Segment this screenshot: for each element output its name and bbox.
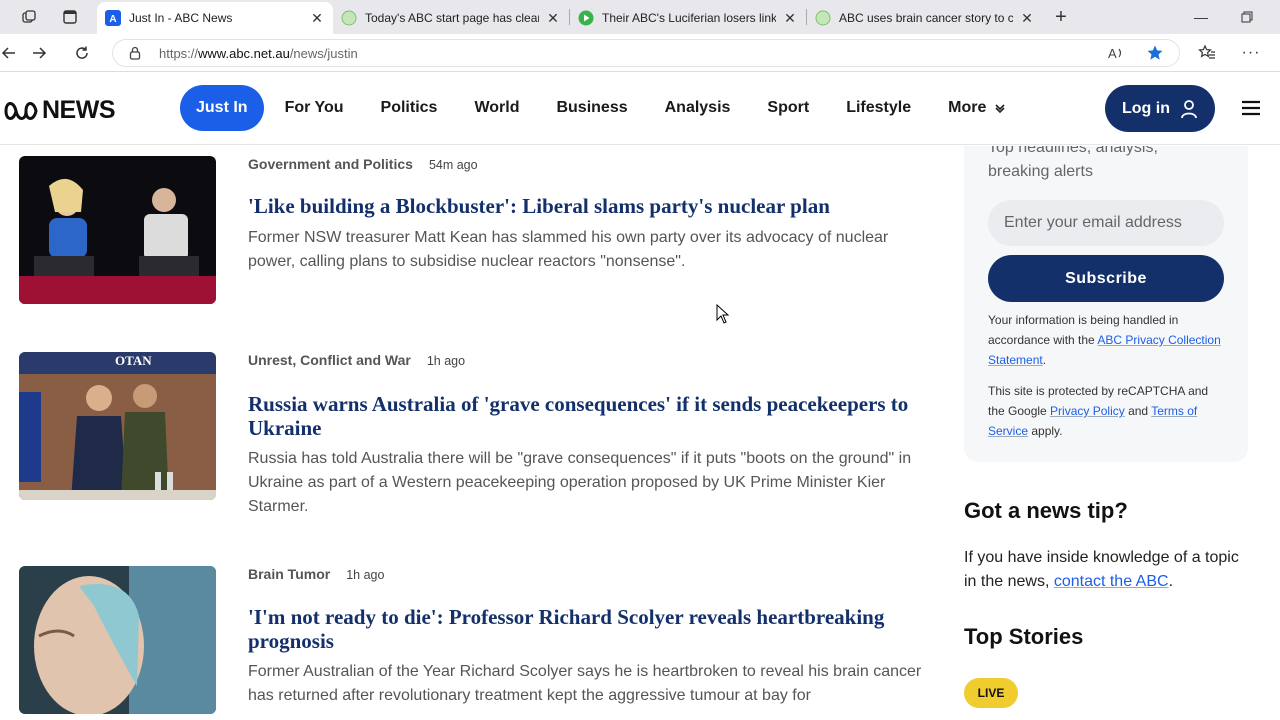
svg-text:A: A	[109, 14, 116, 25]
tab-title: Just In - ABC News	[129, 11, 233, 25]
subscribe-button[interactable]: Subscribe	[988, 255, 1224, 302]
nav-more[interactable]: More	[932, 85, 1022, 131]
back-icon[interactable]	[0, 38, 24, 68]
news-tip-heading: Got a news tip?	[964, 498, 1128, 523]
new-tab-icon[interactable]: +	[1049, 6, 1073, 28]
tab-abc-brain-cancer[interactable]: ABC uses brain cancer story to ca ✕	[807, 2, 1043, 34]
close-icon[interactable]: ✕	[782, 10, 798, 27]
abc-lissajous-icon	[4, 101, 38, 120]
tab-abc-start-page[interactable]: Today's ABC start page has clear s ✕	[333, 2, 569, 34]
site-header: NEWS Just In For You Politics World Busi…	[0, 72, 1280, 145]
browser-tab-strip: A Just In - ABC News ✕ Today's ABC start…	[0, 0, 1280, 34]
story-headline[interactable]: Russia warns Australia of 'grave consequ…	[248, 392, 938, 440]
mouse-cursor-icon	[716, 304, 730, 324]
workspaces-icon[interactable]	[17, 6, 41, 28]
story-topic[interactable]: Brain Tumor	[248, 566, 330, 582]
user-icon	[1181, 99, 1197, 118]
favorites-icon[interactable]	[1192, 38, 1222, 68]
nav-business[interactable]: Business	[540, 85, 643, 131]
address-bar[interactable]: https://www.abc.net.au/news/justin	[112, 39, 1180, 67]
tab-luciferian[interactable]: Their ABC's Luciferian losers link l ✕	[570, 2, 806, 34]
story-card: Brain Tumor 1h ago 'I'm not ready to die…	[19, 566, 949, 720]
chevron-down-icon	[995, 104, 1005, 114]
story-thumbnail[interactable]	[19, 156, 216, 304]
story-meta: Brain Tumor 1h ago	[248, 566, 384, 582]
nav-analysis[interactable]: Analysis	[649, 85, 747, 131]
more-options-icon[interactable]: ···	[1236, 38, 1266, 68]
tab-title: ABC uses brain cancer story to ca	[839, 11, 1013, 25]
play-icon	[578, 10, 594, 26]
story-summary: Former NSW treasurer Matt Kean has slamm…	[248, 229, 889, 270]
news-tip-text: If you have inside knowledge of a topic …	[964, 549, 1239, 590]
story-headline[interactable]: 'I'm not ready to die': Professor Richar…	[248, 605, 938, 653]
story-topic[interactable]: Unrest, Conflict and War	[248, 352, 411, 368]
login-button[interactable]: Log in	[1105, 85, 1215, 132]
top-stories-heading: Top Stories	[964, 624, 1084, 649]
nav-just-in[interactable]: Just In	[180, 85, 264, 131]
menu-icon[interactable]	[1240, 98, 1262, 118]
story-time: 54m ago	[428, 158, 478, 172]
story-meta: Government and Politics 54m ago	[248, 156, 478, 172]
tab-actions-icon[interactable]	[58, 6, 82, 28]
abc-news-logo[interactable]: NEWS	[4, 96, 116, 125]
minimize-icon[interactable]: —	[1178, 2, 1224, 32]
story-topic[interactable]: Government and Politics	[248, 156, 413, 172]
tab-title: Today's ABC start page has clear s	[365, 11, 539, 25]
nav-world[interactable]: World	[458, 85, 535, 131]
privacy-notice: Your information is being handled in acc…	[988, 313, 1221, 367]
story-time: 1h ago	[426, 354, 466, 368]
story-thumbnail[interactable]: OTAN	[19, 352, 216, 500]
recaptcha-notice: This site is protected by reCAPTCHA and …	[988, 384, 1209, 438]
contact-abc-link[interactable]: contact the ABC	[1054, 573, 1169, 590]
browser-toolbar: https://www.abc.net.au/news/justin A ···	[0, 34, 1280, 72]
login-label: Log in	[1122, 99, 1170, 117]
story-headline[interactable]: 'Like building a Blockbuster': Liberal s…	[248, 194, 938, 218]
close-icon[interactable]: ✕	[545, 10, 561, 27]
close-icon[interactable]: ✕	[309, 10, 325, 27]
newsletter-card: Top headlines, analysis, breaking alerts…	[964, 146, 1248, 462]
favorite-star-icon[interactable]	[1140, 38, 1170, 68]
story-time: 1h ago	[346, 568, 385, 582]
forward-icon[interactable]	[24, 38, 54, 68]
refresh-icon[interactable]	[67, 38, 97, 68]
email-field[interactable]	[988, 200, 1224, 246]
lock-icon[interactable]	[127, 45, 143, 61]
url-text: https://www.abc.net.au/news/justin	[159, 45, 358, 61]
live-badge: LIVE	[964, 678, 1018, 708]
maximize-icon[interactable]	[1224, 2, 1270, 32]
nav-lifestyle[interactable]: Lifestyle	[830, 85, 927, 131]
nav-politics[interactable]: Politics	[365, 85, 454, 131]
globe-icon	[341, 10, 357, 26]
tab-title: Their ABC's Luciferian losers link l	[602, 11, 776, 25]
story-summary: Russia has told Australia there will be …	[248, 450, 912, 515]
tab-just-in[interactable]: A Just In - ABC News ✕	[97, 2, 333, 34]
story-card: Government and Politics 54m ago 'Like bu…	[19, 156, 949, 316]
main-nav: Just In For You Politics World Business …	[180, 85, 1027, 131]
story-meta: Unrest, Conflict and War 1h ago	[248, 352, 465, 368]
newsletter-description: Top headlines, analysis, breaking alerts	[988, 146, 1158, 180]
read-aloud-icon[interactable]: A	[1101, 38, 1131, 68]
logo-wordmark: NEWS	[42, 96, 116, 124]
main-content: Government and Politics 54m ago 'Like bu…	[0, 146, 1280, 720]
nav-for-you[interactable]: For You	[269, 85, 360, 131]
nav-more-label: More	[948, 99, 987, 116]
svg-text:OTAN: OTAN	[115, 353, 152, 368]
story-summary: Former Australian of the Year Richard Sc…	[248, 663, 922, 704]
nav-sport[interactable]: Sport	[751, 85, 825, 131]
close-icon[interactable]: ✕	[1019, 10, 1035, 27]
privacy-policy-link[interactable]: Privacy Policy	[1050, 404, 1125, 418]
abc-favicon-icon: A	[105, 10, 121, 26]
globe-icon	[815, 10, 831, 26]
story-card: OTAN Unrest, Conflict and War 1h ago Rus…	[19, 352, 949, 532]
svg-text:A: A	[1108, 46, 1117, 61]
story-thumbnail[interactable]	[19, 566, 216, 714]
